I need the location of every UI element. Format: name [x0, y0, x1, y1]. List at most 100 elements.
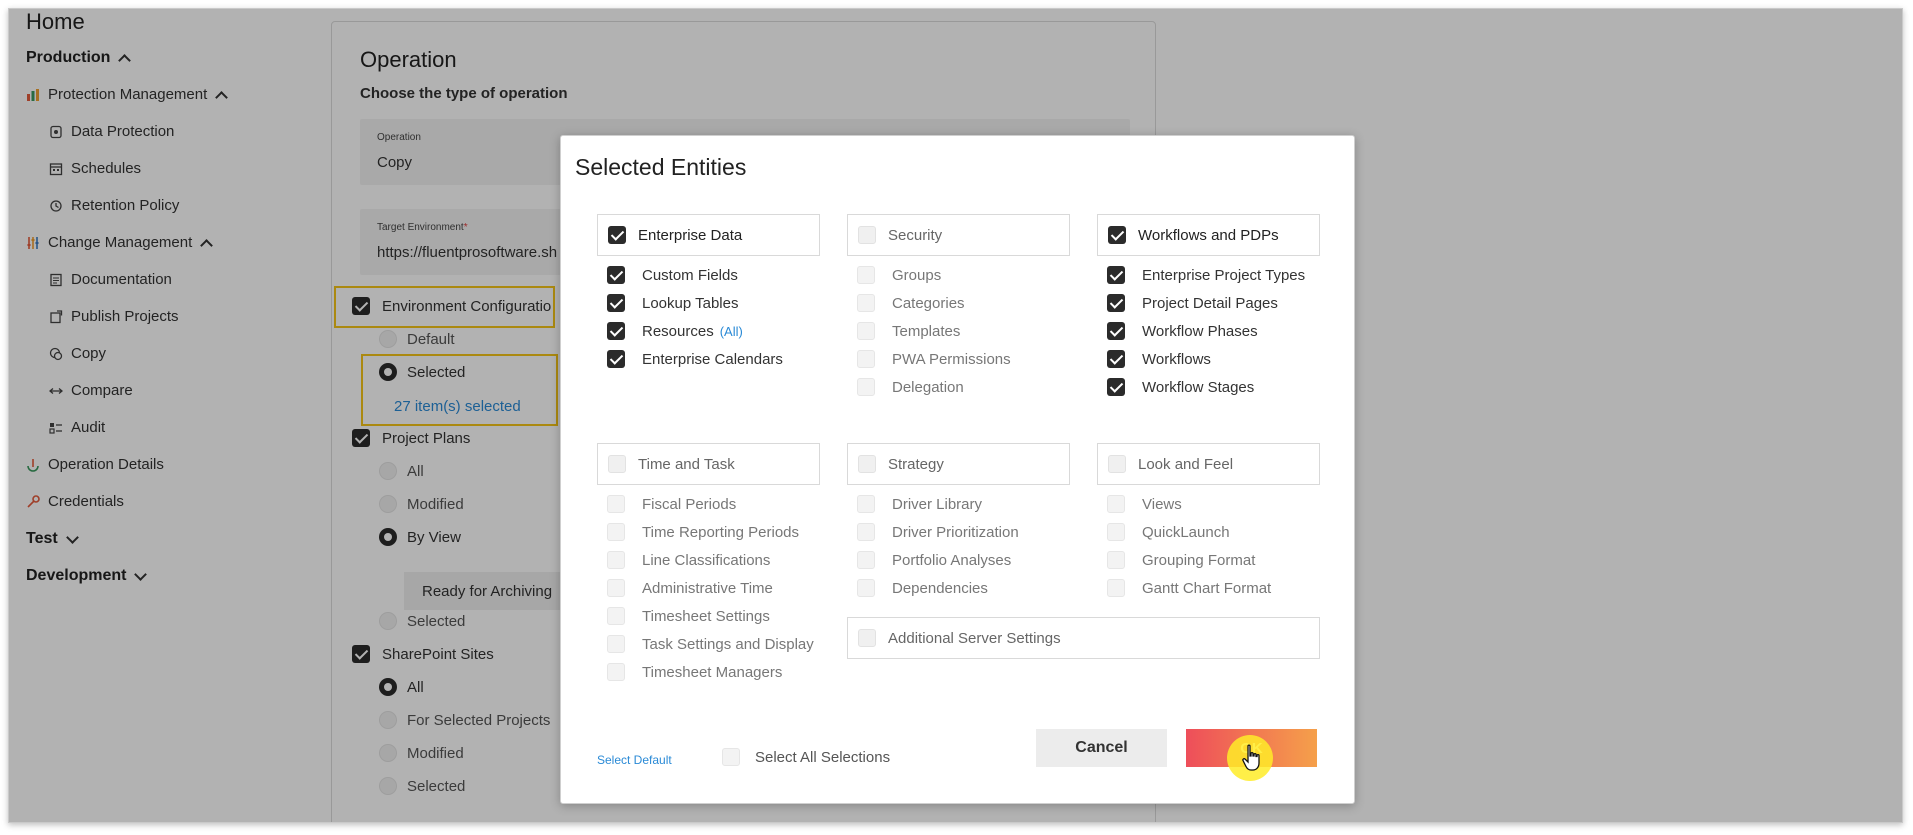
resources-all-link[interactable]: (All): [720, 324, 743, 339]
item-dependencies[interactable]: Dependencies: [857, 579, 988, 597]
item-lookup-tables[interactable]: Lookup Tables: [607, 294, 738, 312]
checkbox-checked-icon: [607, 350, 625, 368]
checkbox-checked-icon: [1107, 322, 1125, 340]
checkbox-unchecked-icon: [607, 635, 625, 653]
item-gantt-chart-format[interactable]: Gantt Chart Format: [1107, 579, 1271, 597]
item-timesheet-settings[interactable]: Timesheet Settings: [607, 607, 770, 625]
item-timesheet-managers[interactable]: Timesheet Managers: [607, 663, 782, 681]
enterprise-project-types-label: Enterprise Project Types: [1142, 266, 1306, 284]
task-settings-display-label: Task Settings and Display: [642, 635, 814, 653]
item-task-settings-display[interactable]: Task Settings and Display: [607, 635, 814, 653]
item-workflow-stages[interactable]: Workflow Stages: [1107, 378, 1254, 396]
checkbox-unchecked-icon: [858, 629, 876, 647]
security-label: Security: [888, 226, 943, 244]
item-driver-library[interactable]: Driver Library: [857, 495, 982, 513]
item-resources[interactable]: Resources (All): [607, 322, 743, 340]
additional-server-settings-label: Additional Server Settings: [888, 629, 1061, 647]
categories-label: Categories: [892, 294, 965, 312]
hand-cursor-icon: [1241, 744, 1263, 772]
driver-prioritization-label: Driver Prioritization: [892, 523, 1019, 541]
checkbox-unchecked-icon: [608, 455, 626, 473]
item-views[interactable]: Views: [1107, 495, 1182, 513]
item-fiscal-periods[interactable]: Fiscal Periods: [607, 495, 736, 513]
checkbox-checked-icon: [1107, 294, 1125, 312]
checkbox-checked-icon: [607, 322, 625, 340]
group-workflows-pdps[interactable]: Workflows and PDPs: [1097, 214, 1320, 256]
item-delegation[interactable]: Delegation: [857, 378, 964, 396]
group-enterprise-data[interactable]: Enterprise Data: [597, 214, 820, 256]
portfolio-analyses-label: Portfolio Analyses: [892, 551, 1012, 569]
checkbox-unchecked-icon: [857, 579, 875, 597]
checkbox-checked-icon: [1108, 226, 1126, 244]
checkbox-unchecked-icon: [607, 523, 625, 541]
checkbox-unchecked-icon: [857, 294, 875, 312]
group-look-and-feel[interactable]: Look and Feel: [1097, 443, 1320, 485]
time-and-task-label: Time and Task: [638, 455, 735, 473]
item-custom-fields[interactable]: Custom Fields: [607, 266, 738, 284]
resources-label: Resources: [642, 322, 714, 340]
checkbox-unchecked-icon: [1108, 455, 1126, 473]
checkbox-checked-icon: [607, 294, 625, 312]
workflows-label: Workflows: [1142, 350, 1211, 368]
group-strategy[interactable]: Strategy: [847, 443, 1070, 485]
window-frame: Home Production Protection Management Da…: [8, 8, 1903, 823]
selected-entities-dialog: Selected Entities Enterprise Data Custom…: [560, 135, 1355, 804]
driver-library-label: Driver Library: [892, 495, 983, 513]
select-all-label: Select All Selections: [755, 748, 891, 766]
look-and-feel-label: Look and Feel: [1138, 455, 1234, 473]
timesheet-settings-label: Timesheet Settings: [642, 607, 770, 625]
item-workflow-phases[interactable]: Workflow Phases: [1107, 322, 1258, 340]
item-project-detail-pages[interactable]: Project Detail Pages: [1107, 294, 1278, 312]
group-additional-server-settings[interactable]: Additional Server Settings: [847, 617, 1320, 659]
item-groups[interactable]: Groups: [857, 266, 941, 284]
checkbox-unchecked-icon: [1107, 551, 1125, 569]
checkbox-unchecked-icon: [857, 523, 875, 541]
checkbox-unchecked-icon: [857, 495, 875, 513]
cancel-button[interactable]: Cancel: [1036, 729, 1167, 767]
checkbox-unchecked-icon: [1107, 495, 1125, 513]
item-templates[interactable]: Templates: [857, 322, 960, 340]
item-pwa-permissions[interactable]: PWA Permissions: [857, 350, 1011, 368]
item-grouping-format[interactable]: Grouping Format: [1107, 551, 1255, 569]
item-enterprise-calendars[interactable]: Enterprise Calendars: [607, 350, 783, 368]
timesheet-managers-label: Timesheet Managers: [642, 663, 783, 681]
item-categories[interactable]: Categories: [857, 294, 965, 312]
delegation-label: Delegation: [892, 378, 964, 396]
workflow-stages-label: Workflow Stages: [1142, 378, 1255, 396]
line-classifications-label: Line Classifications: [642, 551, 771, 569]
checkbox-unchecked-icon: [607, 663, 625, 681]
fiscal-periods-label: Fiscal Periods: [642, 495, 737, 513]
custom-fields-label: Custom Fields: [642, 266, 738, 284]
group-time-and-task[interactable]: Time and Task: [597, 443, 820, 485]
item-administrative-time[interactable]: Administrative Time: [607, 579, 773, 597]
strategy-label: Strategy: [888, 455, 944, 473]
item-quicklaunch[interactable]: QuickLaunch: [1107, 523, 1230, 541]
item-driver-prioritization[interactable]: Driver Prioritization: [857, 523, 1019, 541]
checkbox-checked-icon: [608, 226, 626, 244]
item-workflows[interactable]: Workflows: [1107, 350, 1211, 368]
item-portfolio-analyses[interactable]: Portfolio Analyses: [857, 551, 1011, 569]
item-time-reporting-periods[interactable]: Time Reporting Periods: [607, 523, 799, 541]
project-detail-pages-label: Project Detail Pages: [1142, 294, 1278, 312]
checkbox-checked-icon: [1107, 378, 1125, 396]
enterprise-calendars-label: Enterprise Calendars: [642, 350, 783, 368]
views-label: Views: [1142, 495, 1182, 513]
pwa-permissions-label: PWA Permissions: [892, 350, 1011, 368]
checkbox-unchecked-icon: [607, 551, 625, 569]
templates-label: Templates: [892, 322, 961, 340]
item-enterprise-project-types[interactable]: Enterprise Project Types: [1107, 266, 1305, 284]
checkbox-unchecked-icon: [722, 748, 740, 766]
select-default-link[interactable]: Select Default: [597, 753, 672, 767]
checkbox-unchecked-icon: [857, 266, 875, 284]
group-security[interactable]: Security: [847, 214, 1070, 256]
dialog-title: Selected Entities: [575, 154, 747, 180]
checkbox-checked-icon: [1107, 350, 1125, 368]
enterprise-data-label: Enterprise Data: [638, 226, 743, 244]
checkbox-unchecked-icon: [1107, 523, 1125, 541]
checkbox-unchecked-icon: [858, 226, 876, 244]
item-line-classifications[interactable]: Line Classifications: [607, 551, 770, 569]
dependencies-label: Dependencies: [892, 579, 988, 597]
workflows-pdps-label: Workflows and PDPs: [1138, 226, 1279, 244]
app: Home Production Protection Management Da…: [9, 9, 1902, 822]
select-all-checkbox[interactable]: Select All Selections: [722, 748, 890, 766]
